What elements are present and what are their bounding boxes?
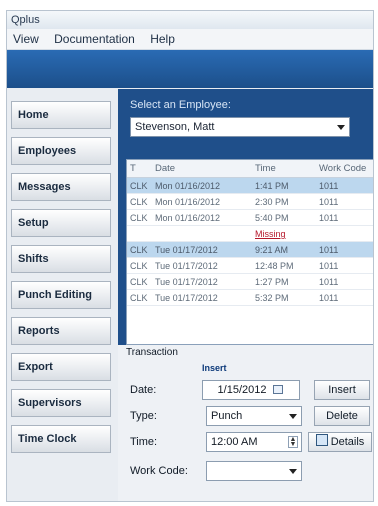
cell-type: CLK [130, 213, 148, 223]
sidebar-item-setup[interactable]: Setup [11, 209, 111, 237]
details-button-label: Details [330, 436, 365, 448]
sidebar-item-supervisors[interactable]: Supervisors [11, 389, 111, 417]
type-dropdown[interactable]: Punch [206, 406, 302, 426]
sidebar-item-punch-editing[interactable]: Punch Editing [11, 281, 111, 309]
sidebar-item-messages[interactable]: Messages [11, 173, 111, 201]
grid-header: T Date Time Work Code [127, 160, 373, 178]
column-header-date[interactable]: Date [155, 160, 175, 178]
window-title: Qplus [7, 11, 373, 29]
table-row[interactable]: CLK Mon 01/16/2012 2:30 PM 1011 [127, 194, 373, 210]
sidebar-item-employees[interactable]: Employees [11, 137, 111, 165]
menu-help[interactable]: Help [144, 29, 181, 49]
employee-select-label: Select an Employee: [130, 99, 231, 111]
type-value: Punch [211, 410, 243, 422]
chevron-down-icon [337, 125, 345, 130]
cell-date: Mon 01/16/2012 [155, 213, 221, 223]
transaction-title: Transaction [126, 347, 178, 358]
cell-time: 5:40 PM [255, 213, 289, 223]
spinner-icon[interactable]: ▲ ▼ [288, 436, 298, 448]
sidebar: Home Employees Messages Setup Shifts Pun… [7, 101, 115, 499]
details-icon [315, 434, 328, 446]
menu-bar: View Documentation Help [7, 29, 373, 50]
cell-type: CLK [130, 197, 148, 207]
sidebar-item-home[interactable]: Home [11, 101, 111, 129]
app-window: Qplus View Documentation Help Home Emplo… [6, 10, 374, 502]
cell-time: 9:21 AM [255, 245, 289, 255]
main-panel: Select an Employee: Stevenson, Matt T Da… [118, 89, 373, 501]
missing-link[interactable]: Missing [255, 226, 286, 242]
cell-type: CLK [130, 181, 148, 191]
cell-work-code: 1011 [319, 181, 339, 191]
table-row[interactable]: CLK Tue 01/17/2012 1:27 PM 1011 [127, 274, 373, 290]
cell-date: Tue 01/17/2012 [155, 261, 218, 271]
cell-work-code: 1011 [319, 197, 339, 207]
work-code-label: Work Code: [130, 465, 188, 477]
date-field[interactable]: 1/15/2012 [202, 380, 300, 400]
time-label: Time: [130, 436, 158, 448]
column-header-work-code[interactable]: Work Code [319, 160, 366, 178]
table-row[interactable]: CLK Tue 01/17/2012 9:21 AM 1011 [127, 242, 373, 258]
cell-time: 5:32 PM [255, 293, 289, 303]
cell-date: Tue 01/17/2012 [155, 293, 218, 303]
cell-work-code: 1011 [319, 261, 339, 271]
cell-type: CLK [130, 277, 148, 287]
cell-date: Tue 01/17/2012 [155, 277, 218, 287]
sidebar-item-time-clock[interactable]: Time Clock [11, 425, 111, 453]
date-value: 1/15/2012 [217, 384, 267, 396]
cell-type: CLK [130, 293, 148, 303]
punch-grid[interactable]: T Date Time Work Code CLK Mon 01/16/2012 1… [126, 159, 373, 345]
work-code-dropdown[interactable] [206, 461, 302, 481]
menu-documentation[interactable]: Documentation [48, 29, 141, 49]
cell-type: CLK [130, 245, 148, 255]
column-header-type[interactable]: T [130, 160, 136, 178]
cell-work-code: 1011 [319, 213, 339, 223]
date-label: Date: [130, 384, 157, 396]
menu-view[interactable]: View [7, 29, 45, 49]
table-row[interactable]: Missing [127, 226, 373, 242]
cell-date: Mon 01/16/2012 [155, 197, 221, 207]
delete-button[interactable]: Delete [314, 406, 370, 426]
cell-time: 2:30 PM [255, 197, 289, 207]
chevron-down-icon [289, 414, 297, 419]
cell-time: 1:41 PM [255, 181, 289, 191]
type-label: Type: [130, 410, 157, 422]
cell-time: 12:48 PM [255, 261, 294, 271]
table-row[interactable]: CLK Tue 01/17/2012 12:48 PM 1011 [127, 258, 373, 274]
cell-work-code: 1011 [319, 277, 339, 287]
sidebar-item-reports[interactable]: Reports [11, 317, 111, 345]
time-field[interactable]: 12:00 AM ▲ ▼ [206, 432, 302, 452]
transaction-mode: Insert [202, 363, 227, 373]
transaction-panel: Transaction Insert Date: 1/15/2012 Inser… [118, 345, 373, 501]
sidebar-item-shifts[interactable]: Shifts [11, 245, 111, 273]
table-row[interactable]: CLK Mon 01/16/2012 5:40 PM 1011 [127, 210, 373, 226]
employee-selected-value: Stevenson, Matt [135, 121, 215, 133]
time-value: 12:00 AM [211, 436, 258, 448]
cell-work-code: 1011 [319, 293, 339, 303]
cell-time: 1:27 PM [255, 277, 289, 287]
table-row[interactable]: CLK Mon 01/16/2012 1:41 PM 1011 [127, 178, 373, 194]
header-ribbon [7, 50, 373, 88]
sidebar-item-export[interactable]: Export [11, 353, 111, 381]
column-header-time[interactable]: Time [255, 160, 276, 178]
cell-work-code: 1011 [319, 245, 339, 255]
chevron-down-icon [289, 469, 297, 474]
cell-date: Tue 01/17/2012 [155, 245, 218, 255]
cell-date: Mon 01/16/2012 [155, 181, 221, 191]
cell-type: CLK [130, 261, 148, 271]
employee-dropdown[interactable]: Stevenson, Matt [130, 117, 350, 137]
details-button[interactable]: Details [308, 432, 372, 452]
calendar-icon[interactable] [273, 385, 283, 394]
table-row[interactable]: CLK Tue 01/17/2012 5:32 PM 1011 [127, 290, 373, 306]
insert-button[interactable]: Insert [314, 380, 370, 400]
